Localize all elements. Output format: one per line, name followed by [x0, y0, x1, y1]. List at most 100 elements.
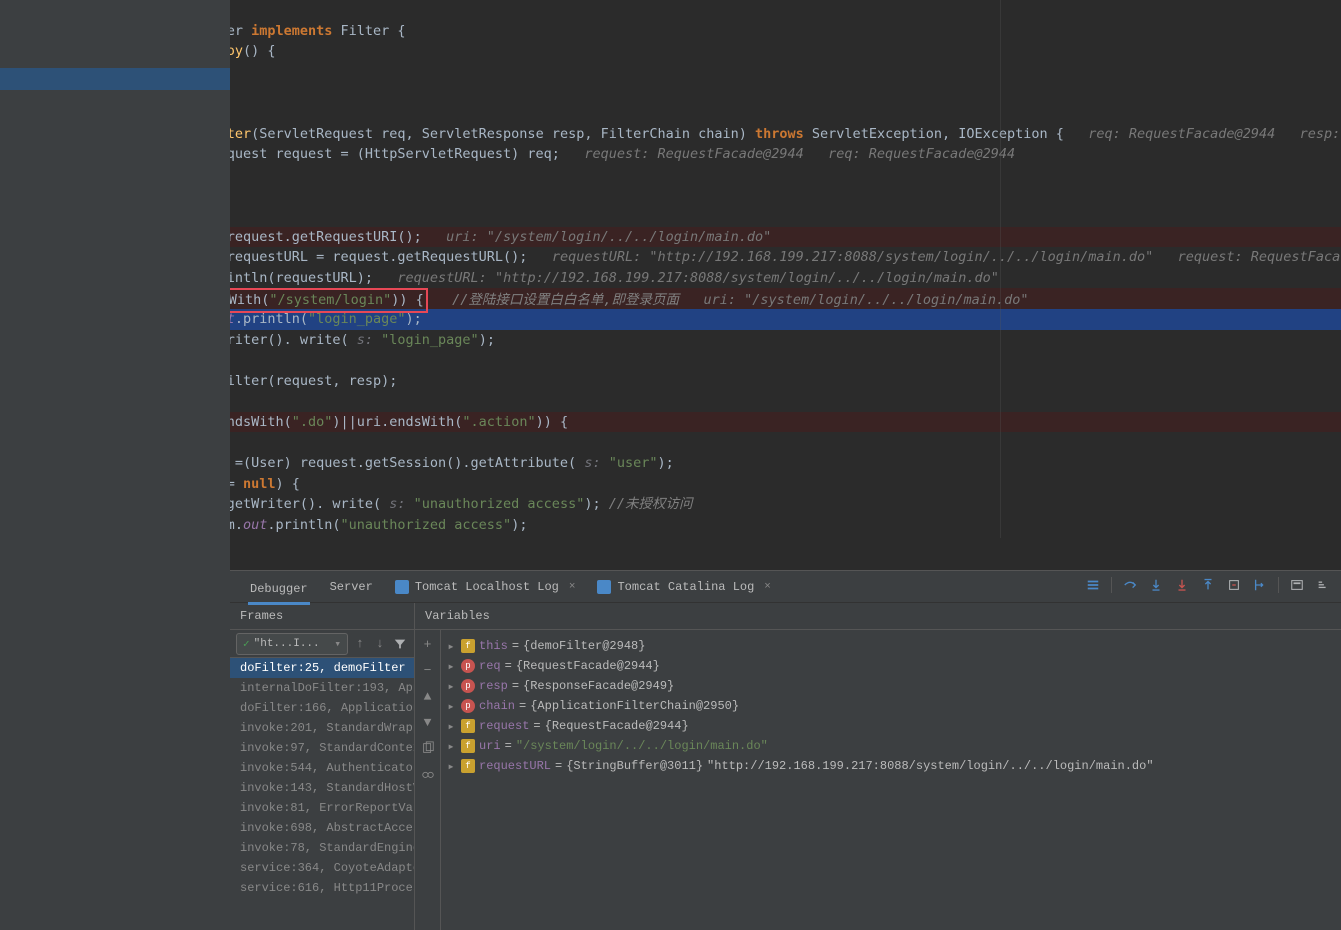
stack-frame[interactable]: internalDoFilter:193, Applicat — [230, 678, 414, 698]
tomcat-icon — [597, 580, 611, 594]
code-line[interactable]: System.out.println("login_page"); — [48, 309, 1341, 330]
code-line[interactable]: else if(uri.endsWith(".do")||uri.endsWit… — [48, 412, 1341, 433]
trace-icon[interactable] — [1315, 577, 1331, 593]
down-icon[interactable]: ▼ — [420, 714, 436, 730]
stack-frame[interactable]: doFilter:25, demoFilter (com. — [230, 658, 414, 678]
code-line[interactable]: chain.doFilter(request, resp); — [48, 371, 1341, 392]
run-to-cursor-icon[interactable] — [1252, 577, 1268, 593]
code-line[interactable]: System.out.println("unauthorized access"… — [48, 515, 1341, 536]
frames-header: Frames — [230, 603, 414, 630]
stack-frame[interactable]: invoke:81, ErrorReportValve — [230, 798, 414, 818]
debugger-panel: Debugger Server Tomcat Localhost Log× Tomca… — [230, 570, 1341, 930]
vars-side-toolbar: + − ▲ ▼ — [415, 630, 441, 930]
code-line[interactable]: String uri = request.getRequestURI(); ur… — [48, 227, 1341, 248]
var-kind-badge: p — [461, 659, 475, 673]
var-kind-badge: p — [461, 699, 475, 713]
stack-frame[interactable]: invoke:698, AbstractAccessLo — [230, 818, 414, 838]
debug-tab[interactable]: Tomcat Localhost Log× — [393, 576, 578, 598]
add-watch-icon[interactable]: + — [420, 636, 436, 652]
code-line[interactable]: if(uri.startsWith("/system/login")) { //… — [48, 288, 1341, 309]
code-line[interactable]: StringBuffer requestURL = request.getReq… — [48, 247, 1341, 268]
code-line[interactable]: @WebFilter("/*") — [48, 0, 1341, 21]
code-line[interactable]: } — [48, 62, 1341, 83]
stack-frame[interactable]: invoke:78, StandardEngineVa — [230, 838, 414, 858]
debug-body: Frames ✓ "ht...I... ▾ ↑ ↓ doFilter:25, d… — [230, 603, 1341, 930]
frame-down-icon[interactable]: ↓ — [372, 636, 388, 652]
debug-tab[interactable]: Debugger — [248, 578, 310, 605]
variables-tree[interactable]: ▸fthis = {demoFilter@2948}▸preq = {Reque… — [441, 630, 1341, 930]
code-line[interactable]: public class demoFilter implements Filte… — [48, 21, 1341, 42]
close-icon[interactable]: × — [764, 581, 771, 593]
code-line[interactable]: System.out.println(requestURL); requestU… — [48, 268, 1341, 289]
debug-tab-bar: Debugger Server Tomcat Localhost Log× Tomca… — [230, 571, 1341, 603]
code-line[interactable]: public void doFilter(ServletRequest req,… — [48, 124, 1341, 145]
code-content[interactable]: @WebFilter("/*")public class demoFilter … — [48, 0, 1341, 538]
code-line[interactable] — [48, 185, 1341, 206]
code-line[interactable] — [48, 103, 1341, 124]
code-line[interactable] — [48, 165, 1341, 186]
close-icon[interactable]: × — [569, 581, 576, 593]
expand-icon[interactable]: ▸ — [445, 739, 457, 754]
var-kind-badge: f — [461, 719, 475, 733]
frames-pane: Frames ✓ "ht...I... ▾ ↑ ↓ doFilter:25, d… — [230, 603, 415, 930]
code-line[interactable]: HttpServletRequest request = (HttpServle… — [48, 144, 1341, 165]
code-line[interactable] — [48, 82, 1341, 103]
variable-row[interactable]: ▸furi = "/system/login/../../login/main.… — [445, 736, 1337, 756]
var-kind-badge: p — [461, 679, 475, 693]
force-step-into-icon[interactable] — [1174, 577, 1190, 593]
code-line[interactable]: public void destroy() { — [48, 41, 1341, 62]
variable-row[interactable]: ▸presp = {ResponseFacade@2949} — [445, 676, 1337, 696]
copy-icon[interactable] — [420, 740, 436, 756]
remove-watch-icon[interactable]: − — [420, 662, 436, 678]
stack-frame[interactable]: invoke:97, StandardContextV — [230, 738, 414, 758]
frames-toolbar: ✓ "ht...I... ▾ ↑ ↓ — [230, 630, 414, 658]
frames-list[interactable]: doFilter:25, demoFilter (com.internalDoF… — [230, 658, 414, 930]
variable-row[interactable]: ▸preq = {RequestFacade@2944} — [445, 656, 1337, 676]
stack-frame[interactable]: invoke:544, AuthenticatorBas — [230, 758, 414, 778]
code-line[interactable]: } — [48, 391, 1341, 412]
debug-tab[interactable]: Tomcat Catalina Log× — [595, 576, 772, 598]
code-line[interactable] — [48, 206, 1341, 227]
filter-icon[interactable] — [392, 636, 408, 652]
stack-frame[interactable]: service:616, Http11Processor — [230, 878, 414, 898]
code-line[interactable] — [48, 350, 1341, 371]
thread-selector[interactable]: ✓ "ht...I... ▾ — [236, 633, 348, 655]
step-over-icon[interactable] — [1122, 577, 1138, 593]
drop-frame-icon[interactable] — [1226, 577, 1242, 593]
stack-frame[interactable]: invoke:143, StandardHostVa — [230, 778, 414, 798]
variable-row[interactable]: ▸frequest = {RequestFacade@2944} — [445, 716, 1337, 736]
debug-toolbar — [1085, 577, 1331, 593]
chevron-down-icon: ▾ — [334, 637, 341, 651]
code-line[interactable]: //检测当前用户是否登陆 — [48, 432, 1341, 453]
stack-frame[interactable]: invoke:201, StandardWrapper — [230, 718, 414, 738]
var-kind-badge: f — [461, 639, 475, 653]
layout-icon[interactable] — [1085, 577, 1101, 593]
variables-header: Variables — [415, 603, 1341, 630]
code-line[interactable]: resp.getWriter(). write( s: "unauthorize… — [48, 494, 1341, 515]
stack-frame[interactable]: doFilter:166, ApplicationFilter — [230, 698, 414, 718]
debug-tab[interactable]: Server — [328, 576, 375, 598]
evaluate-icon[interactable] — [1289, 577, 1305, 593]
glasses-icon[interactable] — [420, 766, 436, 782]
expand-icon[interactable]: ▸ — [445, 679, 457, 694]
frame-up-icon[interactable]: ↑ — [352, 636, 368, 652]
check-icon: ✓ — [243, 637, 250, 651]
expand-icon[interactable]: ▸ — [445, 719, 457, 734]
code-line[interactable]: if(user == null) { — [48, 474, 1341, 495]
variable-row[interactable]: ▸pchain = {ApplicationFilterChain@2950} — [445, 696, 1337, 716]
stack-frame[interactable]: service:364, CoyoteAdapter — [230, 858, 414, 878]
variables-pane: Variables + − ▲ ▼ ▸fthis = {demoFilter@2… — [415, 603, 1341, 930]
code-line[interactable]: resp.getWriter(). write( s: "login_page"… — [48, 330, 1341, 351]
step-into-icon[interactable] — [1148, 577, 1164, 593]
debug-left-gutter — [0, 0, 230, 930]
expand-icon[interactable]: ▸ — [445, 659, 457, 674]
up-icon[interactable]: ▲ — [420, 688, 436, 704]
variable-row[interactable]: ▸fthis = {demoFilter@2948} — [445, 636, 1337, 656]
step-out-icon[interactable] — [1200, 577, 1216, 593]
expand-icon[interactable]: ▸ — [445, 639, 457, 654]
expand-icon[interactable]: ▸ — [445, 759, 457, 774]
right-margin-line — [1000, 0, 1001, 538]
variable-row[interactable]: ▸frequestURL = {StringBuffer@3011} "http… — [445, 756, 1337, 776]
code-line[interactable]: User user =(User) request.getSession().g… — [48, 453, 1341, 474]
expand-icon[interactable]: ▸ — [445, 699, 457, 714]
